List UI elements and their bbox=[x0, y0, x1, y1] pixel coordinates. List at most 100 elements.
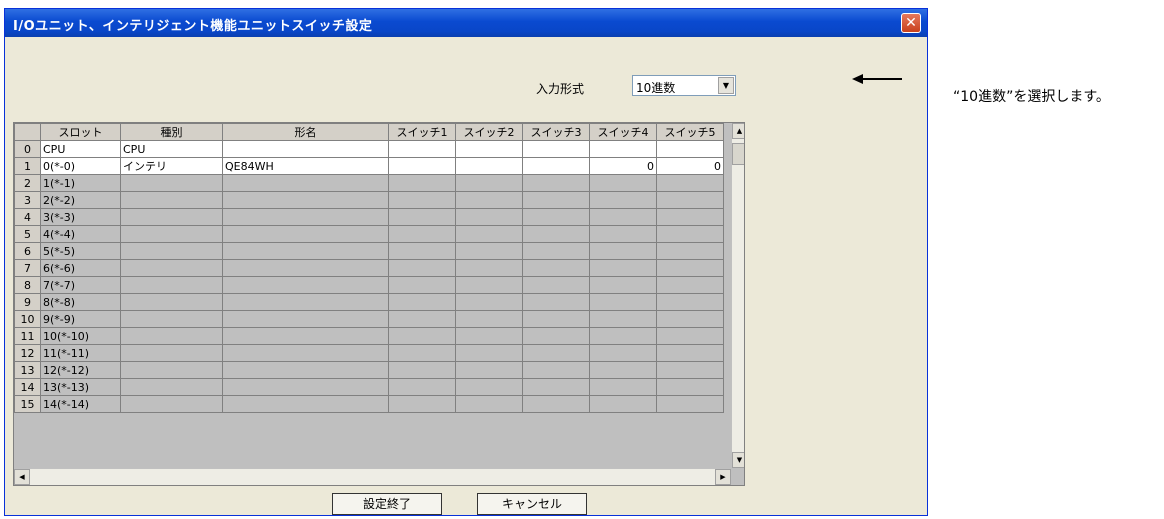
switch4-cell[interactable] bbox=[589, 395, 657, 413]
switch1-cell[interactable] bbox=[388, 310, 456, 328]
switch3-cell[interactable] bbox=[522, 225, 590, 243]
row-index[interactable]: 5 bbox=[14, 225, 41, 243]
table-row[interactable]: 4 3(*-3) bbox=[14, 208, 724, 226]
model-cell[interactable] bbox=[222, 208, 389, 226]
switch4-cell[interactable] bbox=[589, 276, 657, 294]
type-cell[interactable]: インテリ bbox=[120, 157, 223, 175]
table-row[interactable]: 13 12(*-12) bbox=[14, 361, 724, 379]
type-cell[interactable] bbox=[120, 344, 223, 362]
slot-cell[interactable]: 12(*-12) bbox=[40, 361, 121, 379]
switch2-cell[interactable] bbox=[455, 157, 523, 175]
row-index[interactable]: 15 bbox=[14, 395, 41, 413]
switch4-cell[interactable]: 0 bbox=[589, 157, 657, 175]
switch2-cell[interactable] bbox=[455, 225, 523, 243]
switch2-cell[interactable] bbox=[455, 378, 523, 396]
switch2-cell[interactable] bbox=[455, 191, 523, 209]
switch4-cell[interactable] bbox=[589, 225, 657, 243]
row-index[interactable]: 10 bbox=[14, 310, 41, 328]
slot-cell[interactable]: 5(*-5) bbox=[40, 242, 121, 260]
switch2-cell[interactable] bbox=[455, 208, 523, 226]
switch5-cell[interactable] bbox=[656, 310, 724, 328]
slot-cell[interactable]: 10(*-10) bbox=[40, 327, 121, 345]
switch1-cell[interactable] bbox=[388, 276, 456, 294]
table-row[interactable]: 3 2(*-2) bbox=[14, 191, 724, 209]
slot-cell[interactable]: 1(*-1) bbox=[40, 174, 121, 192]
row-index[interactable]: 2 bbox=[14, 174, 41, 192]
close-icon[interactable]: ✕ bbox=[901, 13, 921, 33]
switch5-cell[interactable] bbox=[656, 344, 724, 362]
switch2-cell[interactable] bbox=[455, 395, 523, 413]
switch2-cell[interactable] bbox=[455, 344, 523, 362]
model-cell[interactable] bbox=[222, 259, 389, 277]
type-cell[interactable] bbox=[120, 361, 223, 379]
switch2-cell[interactable] bbox=[455, 327, 523, 345]
switch5-cell[interactable] bbox=[656, 361, 724, 379]
table-row[interactable]: 12 11(*-11) bbox=[14, 344, 724, 362]
switch4-cell[interactable] bbox=[589, 140, 657, 158]
switch1-cell[interactable] bbox=[388, 344, 456, 362]
switch5-cell[interactable] bbox=[656, 242, 724, 260]
switch4-cell[interactable] bbox=[589, 293, 657, 311]
switch1-cell[interactable] bbox=[388, 378, 456, 396]
switch5-cell[interactable] bbox=[656, 208, 724, 226]
switch1-cell[interactable] bbox=[388, 208, 456, 226]
model-cell[interactable] bbox=[222, 310, 389, 328]
switch1-cell[interactable] bbox=[388, 242, 456, 260]
table-row[interactable]: 8 7(*-7) bbox=[14, 276, 724, 294]
model-cell[interactable] bbox=[222, 361, 389, 379]
switch3-cell[interactable] bbox=[522, 310, 590, 328]
switch2-cell[interactable] bbox=[455, 174, 523, 192]
switch1-cell[interactable] bbox=[388, 140, 456, 158]
switch4-cell[interactable] bbox=[589, 361, 657, 379]
type-cell[interactable] bbox=[120, 395, 223, 413]
table-row[interactable]: 15 14(*-14) bbox=[14, 395, 724, 413]
model-cell[interactable] bbox=[222, 395, 389, 413]
scroll-right-icon[interactable]: ▶ bbox=[715, 469, 731, 485]
row-index[interactable]: 1 bbox=[14, 157, 41, 175]
slot-cell[interactable]: 9(*-9) bbox=[40, 310, 121, 328]
switch4-cell[interactable] bbox=[589, 191, 657, 209]
cancel-button[interactable]: キャンセル bbox=[477, 493, 587, 515]
switch5-cell[interactable] bbox=[656, 327, 724, 345]
scroll-left-icon[interactable]: ◀ bbox=[14, 469, 30, 485]
switch4-cell[interactable] bbox=[589, 310, 657, 328]
row-index[interactable]: 4 bbox=[14, 208, 41, 226]
slot-cell[interactable]: 14(*-14) bbox=[40, 395, 121, 413]
switch2-cell[interactable] bbox=[455, 293, 523, 311]
type-cell[interactable] bbox=[120, 293, 223, 311]
switch2-cell[interactable] bbox=[455, 276, 523, 294]
switch2-cell[interactable] bbox=[455, 140, 523, 158]
switch3-cell[interactable] bbox=[522, 378, 590, 396]
type-cell[interactable] bbox=[120, 259, 223, 277]
model-cell[interactable] bbox=[222, 344, 389, 362]
switch3-cell[interactable] bbox=[522, 327, 590, 345]
row-index[interactable]: 13 bbox=[14, 361, 41, 379]
slot-cell[interactable]: 11(*-11) bbox=[40, 344, 121, 362]
switch1-cell[interactable] bbox=[388, 293, 456, 311]
switch5-cell[interactable] bbox=[656, 174, 724, 192]
table-row[interactable]: 5 4(*-4) bbox=[14, 225, 724, 243]
switch3-cell[interactable] bbox=[522, 208, 590, 226]
corner-cell[interactable] bbox=[14, 123, 41, 141]
slot-cell[interactable]: 0(*-0) bbox=[40, 157, 121, 175]
switch1-cell[interactable] bbox=[388, 157, 456, 175]
row-index[interactable]: 8 bbox=[14, 276, 41, 294]
model-cell[interactable] bbox=[222, 293, 389, 311]
switch3-cell[interactable] bbox=[522, 344, 590, 362]
switch4-cell[interactable] bbox=[589, 174, 657, 192]
switch3-cell[interactable] bbox=[522, 140, 590, 158]
switch5-cell[interactable] bbox=[656, 259, 724, 277]
model-cell[interactable] bbox=[222, 378, 389, 396]
model-cell[interactable] bbox=[222, 242, 389, 260]
row-index[interactable]: 7 bbox=[14, 259, 41, 277]
horizontal-scrollbar[interactable]: ◀ ▶ bbox=[14, 468, 731, 485]
slot-cell[interactable]: 3(*-3) bbox=[40, 208, 121, 226]
switch5-cell[interactable] bbox=[656, 293, 724, 311]
switch4-cell[interactable] bbox=[589, 378, 657, 396]
switch1-cell[interactable] bbox=[388, 395, 456, 413]
type-cell[interactable] bbox=[120, 174, 223, 192]
chevron-down-icon[interactable]: ▼ bbox=[718, 77, 734, 94]
row-index[interactable]: 11 bbox=[14, 327, 41, 345]
switch1-cell[interactable] bbox=[388, 191, 456, 209]
row-index[interactable]: 12 bbox=[14, 344, 41, 362]
